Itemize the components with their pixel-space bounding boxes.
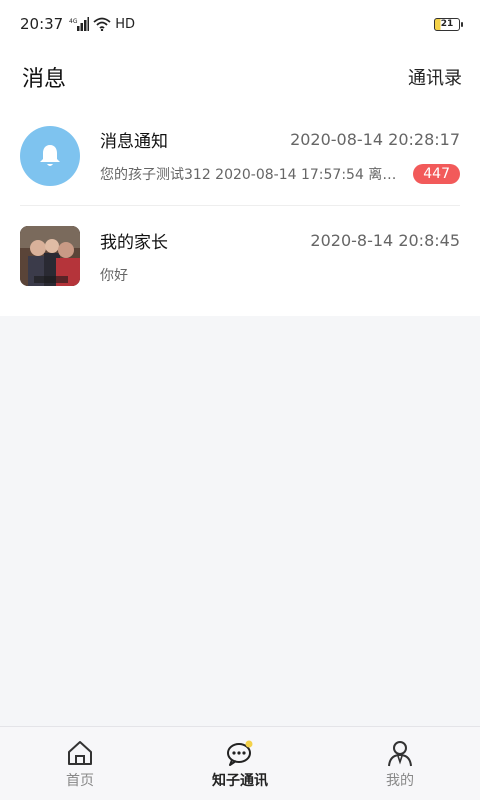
status-left: 20:37 4G HD	[20, 15, 135, 33]
network-label: HD	[115, 16, 136, 32]
chat-icon	[227, 740, 253, 766]
message-list: 消息通知 2020-08-14 20:28:17 您的孩子测试312 2020-…	[0, 106, 480, 306]
message-row-bottom: 你好	[100, 265, 460, 285]
unread-badge: 447	[413, 164, 460, 184]
message-name: 消息通知	[100, 132, 168, 152]
person-icon	[388, 740, 412, 766]
photo-avatar	[20, 226, 80, 286]
header: 消息 通讯录	[0, 48, 480, 106]
tab-home[interactable]: 首页	[20, 738, 140, 790]
top-area: 20:37 4G HD 21 消息 通讯录 消息通知 2020-08-14 20…	[0, 0, 480, 316]
message-preview: 你好	[100, 267, 128, 284]
photo-avatar-image	[20, 226, 80, 286]
wifi-icon	[93, 17, 111, 31]
signal-icon: 4G	[69, 17, 90, 31]
message-time: 2020-8-14 20:8:45	[310, 230, 460, 250]
message-name: 我的家长	[100, 232, 168, 253]
message-row-top: 消息通知 2020-08-14 20:28:17	[100, 127, 460, 152]
contacts-link[interactable]: 通讯录	[408, 64, 462, 90]
message-time: 2020-08-14 20:28:17	[290, 130, 460, 149]
message-item-notification[interactable]: 消息通知 2020-08-14 20:28:17 您的孩子测试312 2020-…	[20, 106, 460, 206]
message-body: 我的家长 2020-8-14 20:8:45 你好	[100, 228, 460, 285]
home-icon	[68, 740, 92, 765]
message-row-bottom: 您的孩子测试312 2020-08-14 17:57:54 离开学校 447	[100, 164, 460, 184]
battery-icon: 21	[434, 17, 463, 31]
tab-label: 我的	[386, 772, 414, 789]
notification-avatar	[20, 125, 80, 186]
message-body: 消息通知 2020-08-14 20:28:17 您的孩子测试312 2020-…	[100, 127, 460, 184]
battery-level: 21	[440, 19, 454, 29]
tab-label: 知子通讯	[212, 772, 268, 789]
tab-label: 首页	[66, 772, 94, 789]
message-preview: 您的孩子测试312 2020-08-14 17:57:54 离开学校	[100, 167, 404, 183]
page-title: 消息	[22, 67, 67, 92]
status-bar: 20:37 4G HD 21	[0, 0, 480, 48]
tab-profile[interactable]: 我的	[340, 738, 460, 790]
bell-icon	[40, 144, 60, 166]
status-time: 20:37	[20, 15, 64, 33]
message-row-top: 我的家长 2020-8-14 20:8:45	[100, 228, 460, 253]
tab-messages[interactable]: 知子通讯	[180, 738, 300, 790]
message-item-parent[interactable]: 我的家长 2020-8-14 20:8:45 你好	[20, 206, 460, 306]
svg-text:4G: 4G	[69, 18, 78, 25]
status-icons: 4G HD	[69, 17, 135, 32]
tab-bar: 首页 知子通讯 我的	[0, 726, 480, 800]
